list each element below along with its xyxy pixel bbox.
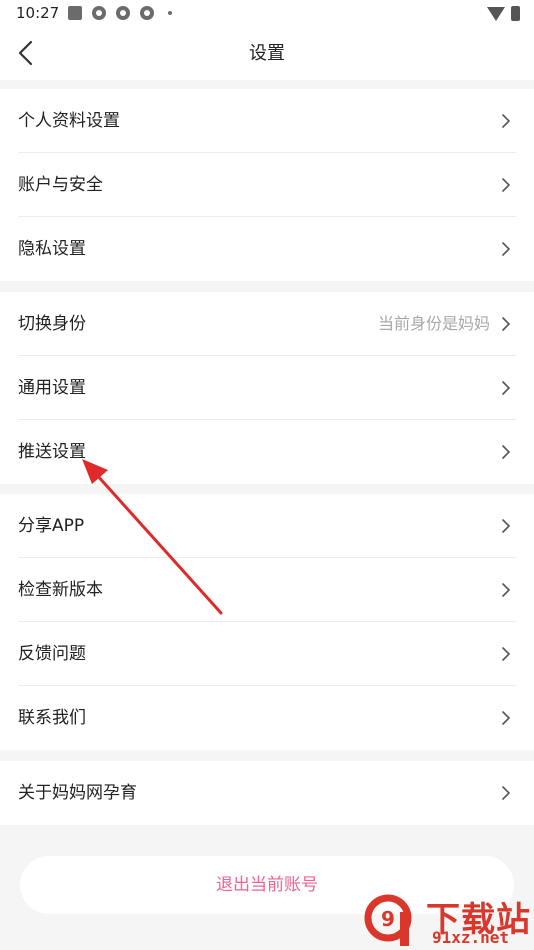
chevron-right-icon [502,178,510,192]
watermark-logo-icon: 9 [364,894,412,946]
settings-item-share-app[interactable]: 分享APP [0,494,534,558]
app-notification-icon [68,6,82,20]
settings-item-label: 关于妈妈网孕育 [18,783,137,803]
settings-group-general: 切换身份 当前身份是妈妈 通用设置 推送设置 [0,292,534,484]
chevron-right-icon [502,114,510,128]
more-notifications-icon [168,11,172,15]
chevron-right-icon [502,583,510,597]
settings-group-account: 个人资料设置 账户与安全 隐私设置 [0,89,534,281]
status-bar: 10:27 [0,0,534,28]
settings-item-label: 切换身份 [18,314,86,334]
chevron-right-icon [502,519,510,533]
chevron-right-icon [502,445,510,459]
settings-item-account-security[interactable]: 账户与安全 [0,153,534,217]
nav-bar: 设置 [0,28,534,80]
current-identity-value: 当前身份是妈妈 [377,314,490,333]
settings-item-about[interactable]: 关于妈妈网孕育 [0,761,534,825]
status-time: 10:27 [16,4,60,22]
wifi-icon [487,6,505,21]
settings-item-label: 个人资料设置 [18,111,120,131]
settings-item-label: 分享APP [18,516,85,536]
settings-item-contact[interactable]: 联系我们 [0,686,534,750]
settings-group-about: 关于妈妈网孕育 [0,761,534,825]
watermark-logo-text: 9 [381,907,395,931]
settings-item-label: 反馈问题 [18,644,86,664]
settings-group-about-app: 分享APP 检查新版本 反馈问题 联系我们 [0,494,534,750]
sync-notification-icon [92,6,106,20]
settings-item-check-update[interactable]: 检查新版本 [0,558,534,622]
sync-notification-icon [116,6,130,20]
settings-item-label: 联系我们 [18,708,86,728]
settings-item-privacy[interactable]: 隐私设置 [0,217,534,281]
watermark: 9 下载站 91xz.net [362,888,534,950]
chevron-right-icon [502,381,510,395]
settings-item-label: 推送设置 [18,442,86,462]
settings-item-profile[interactable]: 个人资料设置 [0,89,534,153]
settings-item-label: 隐私设置 [18,239,86,259]
back-button[interactable] [12,38,42,68]
chevron-right-icon [502,711,510,725]
settings-item-label: 账户与安全 [18,175,103,195]
settings-item-general[interactable]: 通用设置 [0,356,534,420]
chevron-right-icon [502,786,510,800]
page-title: 设置 [249,43,285,64]
sync-notification-icon [140,6,154,20]
settings-item-label: 检查新版本 [18,580,103,600]
settings-item-switch-identity[interactable]: 切换身份 当前身份是妈妈 [0,292,534,356]
settings-item-push[interactable]: 推送设置 [0,420,534,484]
system-icons [487,6,520,21]
settings-item-label: 通用设置 [18,378,86,398]
watermark-domain: 91xz.net [432,928,510,947]
chevron-right-icon [502,647,510,661]
back-arrow-icon [18,40,33,66]
chevron-right-icon [502,242,510,256]
battery-icon [511,6,520,21]
chevron-right-icon [502,317,510,331]
notification-icons [68,6,172,20]
settings-item-feedback[interactable]: 反馈问题 [0,622,534,686]
